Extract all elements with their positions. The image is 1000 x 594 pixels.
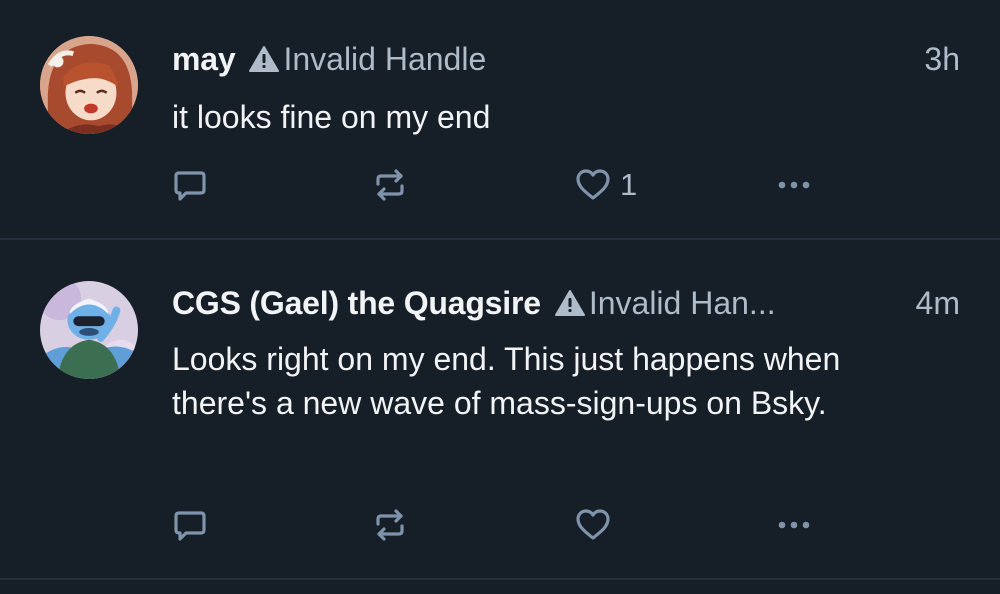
post-timestamp[interactable]: 4m xyxy=(916,285,960,322)
reply-icon xyxy=(174,171,206,201)
post[interactable]: may Invalid Handle 3h it looks fine on m… xyxy=(0,0,1000,240)
warning-triangle-icon xyxy=(249,46,280,72)
display-name[interactable]: may xyxy=(172,41,236,78)
quagsire-avatar-icon xyxy=(40,281,138,379)
post-thread: may Invalid Handle 3h it looks fine on m… xyxy=(0,0,1000,594)
repost-icon xyxy=(376,509,404,541)
heart-icon xyxy=(576,169,610,200)
reply-button[interactable] xyxy=(172,505,208,545)
post-text: it looks fine on my end xyxy=(172,99,491,135)
like-button[interactable] xyxy=(574,505,620,545)
repost-icon xyxy=(376,169,404,201)
heart-icon xyxy=(576,509,610,540)
post[interactable]: CGS (Gael) the Quagsire Invalid Han... 4… xyxy=(0,240,1000,580)
reply-button[interactable] xyxy=(172,165,208,205)
warning-triangle-icon xyxy=(554,290,585,316)
handle-warning-label: Invalid Han... xyxy=(588,284,776,321)
post-actions xyxy=(172,505,832,545)
display-name[interactable]: CGS (Gael) the Quagsire xyxy=(172,285,541,322)
post-actions: 1 xyxy=(172,165,832,205)
post-text: Looks right on my end. This just happens… xyxy=(172,341,841,421)
like-button[interactable]: 1 xyxy=(574,165,637,205)
repost-button[interactable] xyxy=(370,505,410,545)
avatar[interactable] xyxy=(40,281,138,379)
post-header: CGS (Gael) the Quagsire Invalid Han... 4… xyxy=(172,281,960,325)
more-options-button[interactable] xyxy=(774,505,814,545)
more-options-button[interactable] xyxy=(774,165,814,205)
like-count: 1 xyxy=(620,167,638,202)
repost-button[interactable] xyxy=(370,165,410,205)
anime-girl-avatar-icon xyxy=(40,36,138,134)
invalid-handle-indicator[interactable]: Invalid Han... xyxy=(553,285,776,322)
avatar[interactable] xyxy=(40,36,138,134)
handle-warning-label: Invalid Handle xyxy=(283,40,487,77)
post-timestamp[interactable]: 3h xyxy=(924,41,960,78)
reply-icon xyxy=(174,511,206,541)
more-options-icon xyxy=(778,521,810,529)
invalid-handle-indicator[interactable]: Invalid Handle xyxy=(247,41,486,78)
post-header: may Invalid Handle 3h xyxy=(172,37,960,81)
more-options-icon xyxy=(778,181,810,189)
